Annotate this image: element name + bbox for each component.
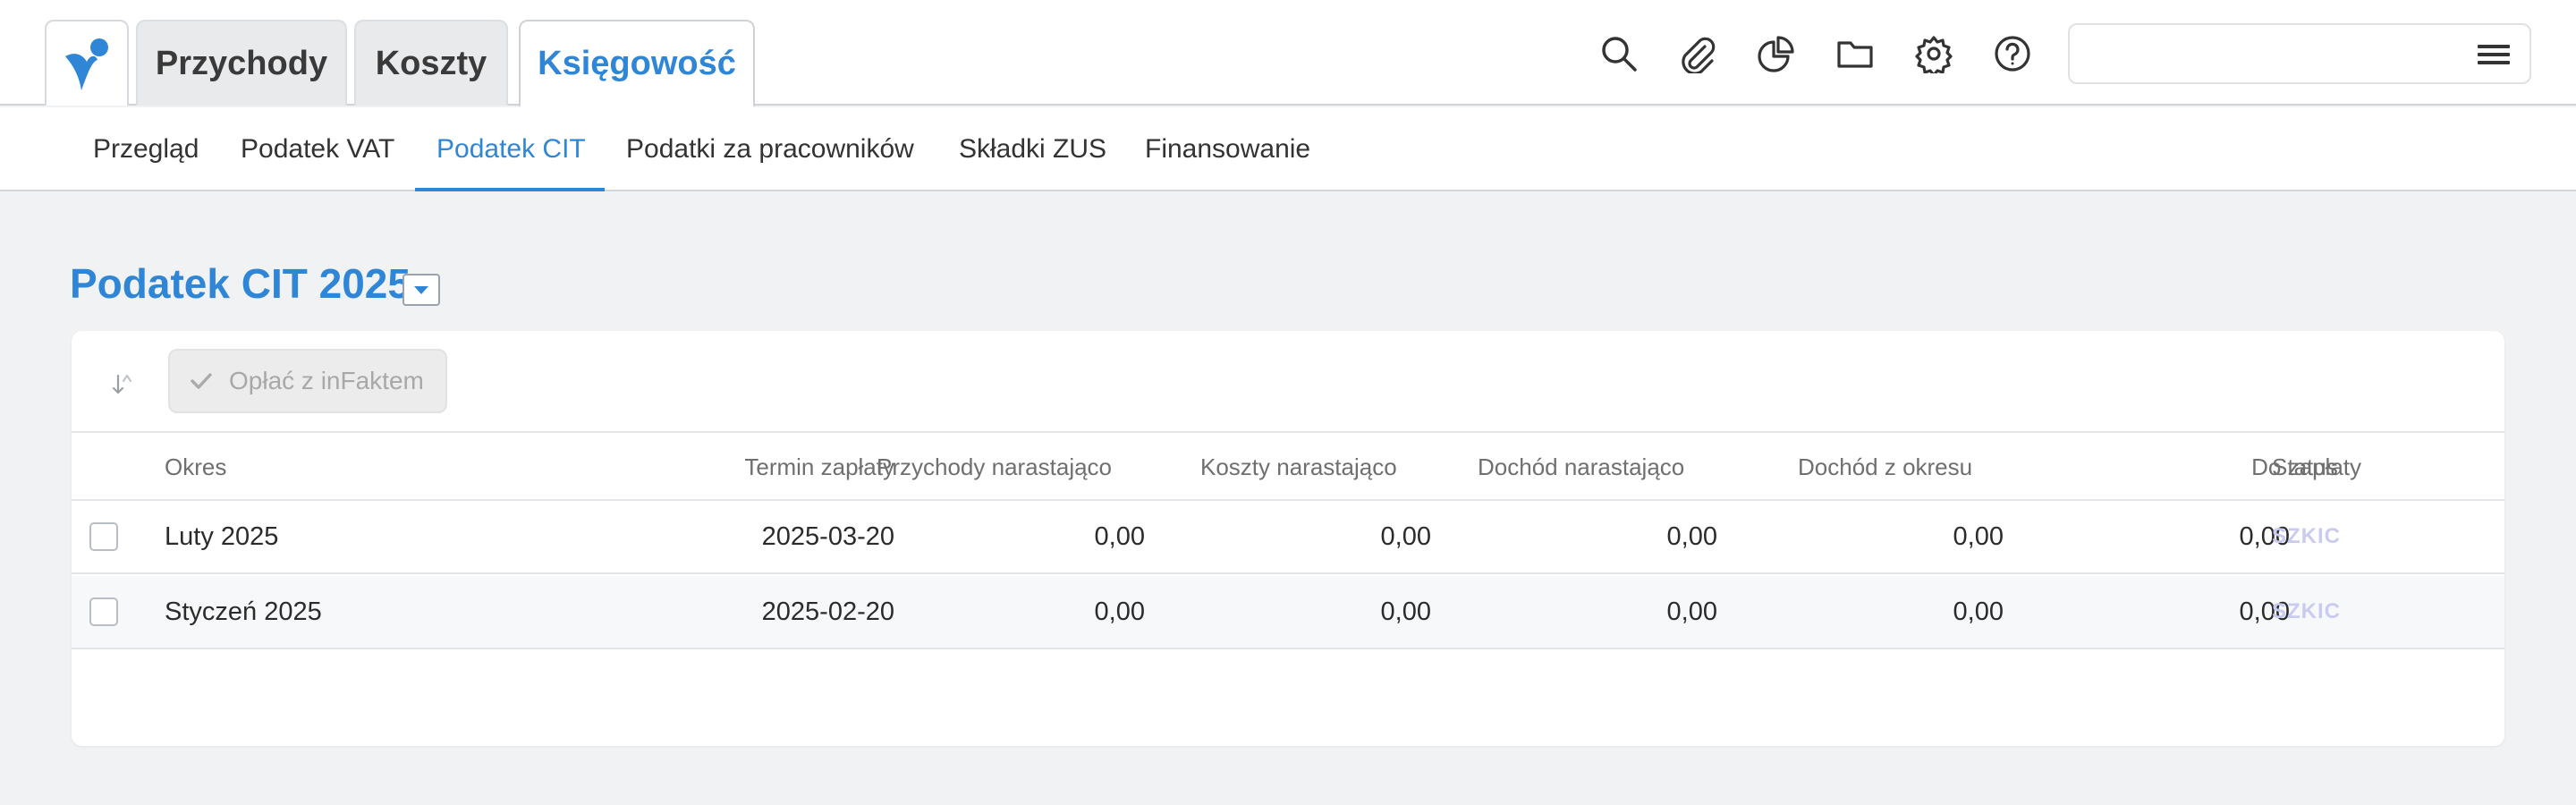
subnav-podatek-cit[interactable]: Podatek CIT [436, 107, 586, 191]
cell-koszty: 0,00 [1380, 597, 1431, 626]
column-header-dochod-narastajaco[interactable]: Dochód narastająco [1478, 433, 1684, 501]
checkmark-icon [191, 373, 212, 389]
column-header-koszty[interactable]: Koszty narastająco [1200, 433, 1397, 501]
column-header-termin[interactable]: Termin zapłaty [644, 433, 894, 501]
cell-dochod-narastajaco: 0,00 [1666, 521, 1717, 551]
tab-koszty[interactable]: Koszty [354, 20, 508, 106]
cell-do-zaplaty: 0,00 [2239, 597, 2290, 626]
cell-do-zaplaty: 0,00 [2239, 521, 2290, 551]
column-header-przychody[interactable]: Przychody narastająco [877, 433, 1112, 501]
cell-przychody: 0,00 [1094, 521, 1145, 551]
folder-icon [1837, 41, 1873, 68]
reports-button[interactable] [1753, 30, 1800, 77]
sort-icon[interactable] [109, 370, 136, 397]
global-search-field[interactable] [2068, 23, 2531, 84]
table-row[interactable]: Luty 2025 2025-03-20 0,00 0,00 0,00 0,00… [72, 501, 2504, 574]
active-tab-indicator [415, 188, 605, 191]
files-button[interactable] [1832, 30, 1878, 77]
subnav-finansowanie[interactable]: Finansowanie [1145, 107, 1310, 191]
gear-icon [1915, 36, 1953, 73]
cell-przychody: 0,00 [1094, 597, 1145, 626]
subnav-podatki-pracownikow[interactable]: Podatki za pracowników [626, 107, 914, 191]
app-logo-icon [65, 38, 108, 90]
cell-termin: 2025-02-20 [761, 597, 894, 626]
cell-dochod-narastajaco: 0,00 [1666, 597, 1717, 626]
pay-button-label: Opłać z inFaktem [229, 367, 424, 394]
attachments-button[interactable] [1674, 30, 1721, 77]
search-icon [1602, 37, 1637, 72]
year-dropdown[interactable] [402, 274, 440, 306]
cell-okres: Luty 2025 [165, 521, 279, 551]
help-icon [1995, 36, 2030, 72]
top-bar: Przychody Koszty Księgowość [0, 0, 2576, 107]
pay-with-infakt-button[interactable]: Opłać z inFaktem [168, 349, 447, 413]
subnav-podatek-vat[interactable]: Podatek VAT [241, 107, 394, 191]
cit-table-card: Opłać z inFaktem Okres Termin zapłaty Pr… [72, 331, 2504, 746]
cell-okres: Styczeń 2025 [165, 597, 322, 626]
settings-button[interactable] [1911, 30, 1957, 77]
table-row[interactable]: Styczeń 2025 2025-02-20 0,00 0,00 0,00 0… [72, 576, 2504, 649]
status-badge: SZKIC [2272, 599, 2341, 623]
column-header-status[interactable]: Status [2272, 433, 2338, 501]
table-header: Okres Termin zapłaty Przychody narastają… [72, 431, 2504, 501]
subnav-przeglad[interactable]: Przegląd [93, 107, 199, 191]
cell-dochod-z-okresu: 0,00 [1953, 521, 2004, 551]
help-button[interactable] [1989, 30, 2036, 77]
pie-chart-icon [1758, 36, 1794, 72]
subnav-skladki-zus[interactable]: Składki ZUS [959, 107, 1106, 191]
row-checkbox[interactable] [89, 522, 118, 551]
search-button[interactable] [1596, 30, 1642, 77]
tab-ksiegowosc[interactable]: Księgowość [519, 20, 755, 107]
cell-termin: 2025-03-20 [761, 521, 894, 551]
cell-dochod-z-okresu: 0,00 [1953, 597, 2004, 626]
page-title: Podatek CIT 2025 [70, 260, 411, 307]
hamburger-menu-icon[interactable] [2478, 43, 2510, 66]
logo-tab[interactable] [45, 20, 129, 106]
column-header-okres[interactable]: Okres [165, 433, 226, 501]
sub-navigation: Przegląd Podatek VAT Podatek CIT Podatki… [0, 107, 2576, 191]
row-checkbox[interactable] [89, 597, 118, 626]
cell-koszty: 0,00 [1380, 521, 1431, 551]
caret-down-icon [414, 286, 428, 294]
paperclip-icon [1682, 37, 1716, 73]
column-header-dochod-z-okresu[interactable]: Dochód z okresu [1798, 433, 1972, 501]
tab-przychody[interactable]: Przychody [136, 20, 347, 106]
status-badge: SZKIC [2272, 524, 2341, 548]
